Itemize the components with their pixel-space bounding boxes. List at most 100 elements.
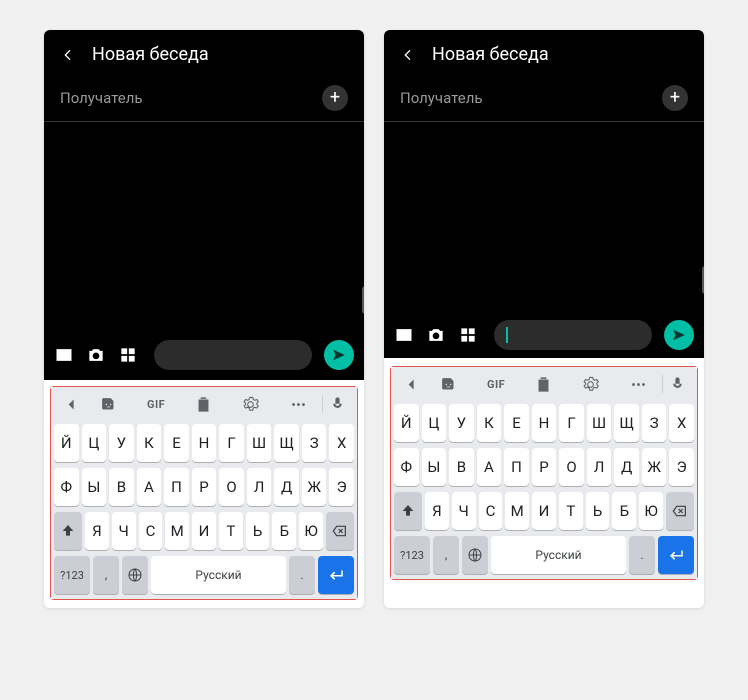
comma-key[interactable]: ,: [433, 536, 459, 574]
key[interactable]: Т: [559, 492, 583, 530]
key[interactable]: Ч: [112, 512, 136, 550]
key[interactable]: Е: [504, 404, 529, 442]
toolbar-collapse-button[interactable]: [397, 367, 425, 401]
key[interactable]: О: [219, 468, 244, 506]
key[interactable]: Н: [192, 424, 217, 462]
key[interactable]: Х: [669, 404, 694, 442]
key[interactable]: О: [559, 448, 584, 486]
key[interactable]: Й: [54, 424, 79, 462]
grid-icon[interactable]: [118, 345, 138, 365]
key[interactable]: З: [642, 404, 667, 442]
backspace-key[interactable]: [666, 492, 694, 530]
key[interactable]: Х: [329, 424, 354, 462]
key[interactable]: С: [139, 512, 163, 550]
key[interactable]: Г: [219, 424, 244, 462]
language-key[interactable]: [462, 536, 488, 574]
shift-key[interactable]: [54, 512, 82, 550]
period-key[interactable]: .: [629, 536, 655, 574]
mic-icon[interactable]: [323, 387, 351, 421]
key[interactable]: Д: [614, 448, 639, 486]
key[interactable]: А: [137, 468, 162, 506]
more-icon[interactable]: [615, 367, 662, 401]
key[interactable]: Е: [164, 424, 189, 462]
key[interactable]: И: [532, 492, 556, 530]
key[interactable]: Э: [329, 468, 354, 506]
key[interactable]: У: [449, 404, 474, 442]
key[interactable]: А: [477, 448, 502, 486]
key[interactable]: Ь: [246, 512, 270, 550]
language-key[interactable]: [122, 556, 148, 594]
gif-button[interactable]: GIF: [472, 367, 519, 401]
key[interactable]: Ц: [422, 404, 447, 442]
send-button[interactable]: [324, 340, 354, 370]
key[interactable]: Б: [272, 512, 296, 550]
key[interactable]: Р: [192, 468, 217, 506]
key[interactable]: М: [505, 492, 529, 530]
camera-icon[interactable]: [86, 345, 106, 365]
key[interactable]: Ю: [299, 512, 323, 550]
symbols-key[interactable]: ?123: [394, 536, 430, 574]
key[interactable]: З: [302, 424, 327, 462]
toolbar-collapse-button[interactable]: [57, 387, 85, 421]
symbols-key[interactable]: ?123: [54, 556, 90, 594]
key[interactable]: К: [477, 404, 502, 442]
gear-icon[interactable]: [567, 367, 614, 401]
message-input[interactable]: [154, 340, 312, 370]
gallery-icon[interactable]: [54, 345, 74, 365]
recipient-input[interactable]: Получатель: [60, 89, 143, 107]
key[interactable]: Э: [669, 448, 694, 486]
clipboard-icon[interactable]: [180, 387, 227, 421]
key[interactable]: С: [479, 492, 503, 530]
key[interactable]: Ж: [642, 448, 667, 486]
key[interactable]: Я: [425, 492, 449, 530]
key[interactable]: Г: [559, 404, 584, 442]
grid-icon[interactable]: [458, 325, 478, 345]
key[interactable]: Н: [532, 404, 557, 442]
back-arrow-icon[interactable]: [60, 47, 76, 63]
sticker-icon[interactable]: [85, 387, 132, 421]
sticker-icon[interactable]: [425, 367, 472, 401]
key[interactable]: Р: [532, 448, 557, 486]
back-arrow-icon[interactable]: [400, 47, 416, 63]
key[interactable]: Б: [612, 492, 636, 530]
enter-key[interactable]: [318, 556, 354, 594]
key[interactable]: Ф: [394, 448, 419, 486]
mic-icon[interactable]: [663, 367, 691, 401]
enter-key[interactable]: [658, 536, 694, 574]
key[interactable]: Ф: [54, 468, 79, 506]
key[interactable]: Й: [394, 404, 419, 442]
space-key[interactable]: Русский: [151, 556, 286, 594]
key[interactable]: Т: [219, 512, 243, 550]
gear-icon[interactable]: [227, 387, 274, 421]
space-key[interactable]: Русский: [491, 536, 626, 574]
key[interactable]: И: [192, 512, 216, 550]
gallery-icon[interactable]: [394, 325, 414, 345]
key[interactable]: Д: [274, 468, 299, 506]
clipboard-icon[interactable]: [520, 367, 567, 401]
shift-key[interactable]: [394, 492, 422, 530]
key[interactable]: У: [109, 424, 134, 462]
period-key[interactable]: .: [289, 556, 315, 594]
send-button[interactable]: [664, 320, 694, 350]
comma-key[interactable]: ,: [93, 556, 119, 594]
key[interactable]: Щ: [614, 404, 639, 442]
key[interactable]: В: [449, 448, 474, 486]
add-recipient-button[interactable]: +: [322, 85, 348, 111]
key[interactable]: Ш: [587, 404, 612, 442]
key[interactable]: П: [504, 448, 529, 486]
key[interactable]: Л: [247, 468, 272, 506]
backspace-key[interactable]: [326, 512, 354, 550]
key[interactable]: Щ: [274, 424, 299, 462]
add-recipient-button[interactable]: +: [662, 85, 688, 111]
key[interactable]: Л: [587, 448, 612, 486]
key[interactable]: В: [109, 468, 134, 506]
key[interactable]: Ц: [82, 424, 107, 462]
recipient-input[interactable]: Получатель: [400, 89, 483, 107]
more-icon[interactable]: [275, 387, 322, 421]
key[interactable]: Ы: [422, 448, 447, 486]
camera-icon[interactable]: [426, 325, 446, 345]
key[interactable]: К: [137, 424, 162, 462]
message-input[interactable]: [494, 320, 652, 350]
key[interactable]: П: [164, 468, 189, 506]
key[interactable]: Ю: [639, 492, 663, 530]
